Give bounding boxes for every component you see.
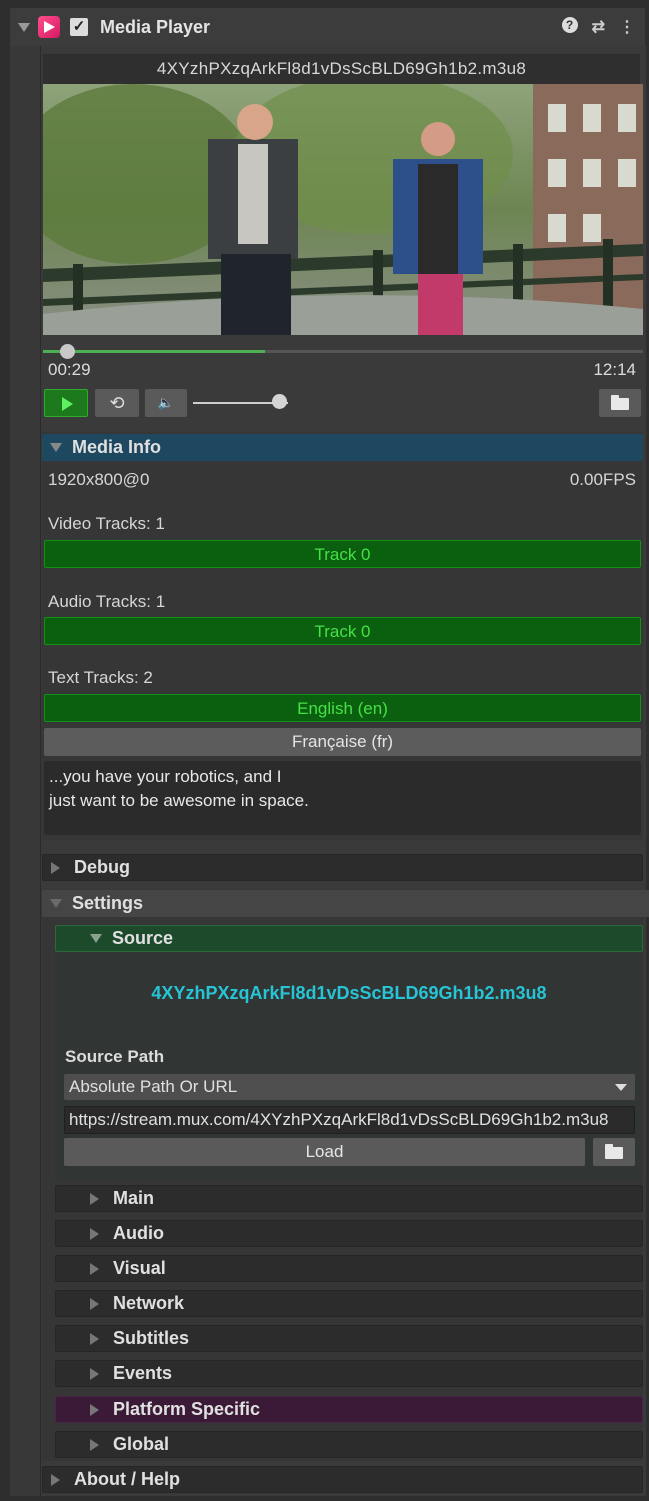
component-header[interactable]: ✓ Media Player ? ⇄ ⋮ xyxy=(10,8,645,46)
section-title: Audio xyxy=(113,1223,164,1243)
volume-handle[interactable] xyxy=(271,394,287,409)
help-icon[interactable]: ? xyxy=(561,17,578,33)
events-section[interactable]: Events xyxy=(55,1360,643,1387)
source-section[interactable]: Source xyxy=(55,925,643,952)
path-type-dropdown[interactable]: Absolute Path Or URL xyxy=(64,1074,635,1100)
global-section[interactable]: Global xyxy=(55,1431,643,1458)
subtitle-preview: ...you have your robotics, and I just wa… xyxy=(44,761,641,835)
loop-icon: ⟲ xyxy=(109,393,125,413)
settings-title: Settings xyxy=(72,893,144,913)
folder-icon xyxy=(611,395,629,410)
expand-arrow-icon xyxy=(90,934,102,943)
collapsed-arrow-icon xyxy=(90,1192,99,1205)
section-title: Main xyxy=(113,1188,155,1208)
source-url-display: 4XYzhPXzqArkFl8d1vDsScBLD69Gh1b2.m3u8 xyxy=(151,983,547,1003)
about-help-section[interactable]: About / Help xyxy=(42,1466,643,1493)
settings-section[interactable]: Settings xyxy=(42,890,649,917)
expand-arrow-icon xyxy=(50,899,62,908)
source-path-label: Source Path xyxy=(65,1047,165,1066)
speaker-icon: 🔈 xyxy=(157,395,175,410)
mute-button[interactable]: 🔈 xyxy=(145,389,187,417)
audio-tracks-label: Audio Tracks: 1 xyxy=(48,592,166,611)
about-title: About / Help xyxy=(74,1469,180,1489)
debug-title: Debug xyxy=(74,857,130,877)
audio-track-button[interactable]: Track 0 xyxy=(44,617,641,645)
folder-icon xyxy=(605,1144,623,1159)
section-title: Network xyxy=(113,1293,185,1313)
collapsed-arrow-icon xyxy=(90,1332,99,1345)
section-title: Visual xyxy=(113,1258,166,1278)
buffered-progress xyxy=(43,350,265,353)
media-filename: 4XYzhPXzqArkFl8d1vDsScBLD69Gh1b2.m3u8 xyxy=(43,54,640,84)
collapsed-arrow-icon xyxy=(90,1403,99,1416)
subtitles-section[interactable]: Subtitles xyxy=(55,1325,643,1352)
component-title: Media Player xyxy=(100,16,211,37)
duration: 12:14 xyxy=(593,360,636,379)
section-title: Global xyxy=(113,1434,170,1454)
network-section[interactable]: Network xyxy=(55,1290,643,1317)
resolution: 1920x800@0 xyxy=(48,470,150,489)
current-time: 00:29 xyxy=(48,360,91,379)
subtitle-line: ...you have your robotics, and I xyxy=(49,767,282,786)
text-tracks-label: Text Tracks: 2 xyxy=(48,668,153,687)
video-preview[interactable] xyxy=(43,84,643,335)
section-title: Events xyxy=(113,1363,173,1383)
play-button[interactable] xyxy=(44,389,88,417)
audio-section[interactable]: Audio xyxy=(55,1220,643,1247)
subtitle-line: just want to be awesome in space. xyxy=(49,791,309,810)
collapsed-arrow-icon xyxy=(90,1367,99,1380)
dropdown-arrow-icon xyxy=(615,1084,627,1091)
text-track-english[interactable]: English (en) xyxy=(44,694,641,722)
seek-handle[interactable] xyxy=(60,344,75,359)
collapsed-arrow-icon xyxy=(90,1297,99,1310)
video-track-button[interactable]: Track 0 xyxy=(44,540,641,568)
section-title: Subtitles xyxy=(113,1328,190,1348)
visual-section[interactable]: Visual xyxy=(55,1255,643,1282)
collapsed-arrow-icon xyxy=(90,1227,99,1240)
path-type-value: Absolute Path Or URL xyxy=(69,1077,238,1096)
video-frame-image xyxy=(43,84,643,335)
main-section[interactable]: Main xyxy=(55,1185,643,1212)
load-button[interactable]: Load xyxy=(64,1138,585,1166)
context-menu-icon[interactable]: ⋮ xyxy=(619,17,635,37)
collapse-arrow-icon[interactable] xyxy=(18,22,30,32)
open-file-button[interactable] xyxy=(599,389,641,417)
expand-arrow-icon xyxy=(50,443,62,452)
media-player-logo-icon xyxy=(38,16,60,38)
section-title: Platform Specific xyxy=(113,1399,261,1419)
source-title: Source xyxy=(112,928,174,948)
debug-section[interactable]: Debug xyxy=(42,854,643,881)
text-track-french[interactable]: Française (fr) xyxy=(44,728,641,756)
seek-bar[interactable] xyxy=(43,350,643,353)
source-path-input[interactable]: https://stream.mux.com/4XYzhPXzqArkFl8d1… xyxy=(64,1106,635,1134)
loop-button[interactable]: ⟲ xyxy=(95,389,139,417)
media-info-title: Media Info xyxy=(72,437,161,457)
browse-button[interactable] xyxy=(593,1138,635,1166)
video-tracks-label: Video Tracks: 1 xyxy=(48,514,165,533)
collapsed-arrow-icon xyxy=(90,1438,99,1451)
fps: 0.00FPS xyxy=(569,470,636,489)
collapsed-arrow-icon xyxy=(90,1262,99,1275)
collapsed-arrow-icon xyxy=(51,861,60,874)
preset-settings-icon[interactable]: ⇄ xyxy=(592,17,605,37)
media-info-header[interactable]: Media Info xyxy=(42,434,643,461)
enabled-checkbox[interactable]: ✓ xyxy=(70,18,88,36)
platform-specific-section[interactable]: Platform Specific xyxy=(55,1396,643,1423)
collapsed-arrow-icon xyxy=(51,1473,60,1486)
